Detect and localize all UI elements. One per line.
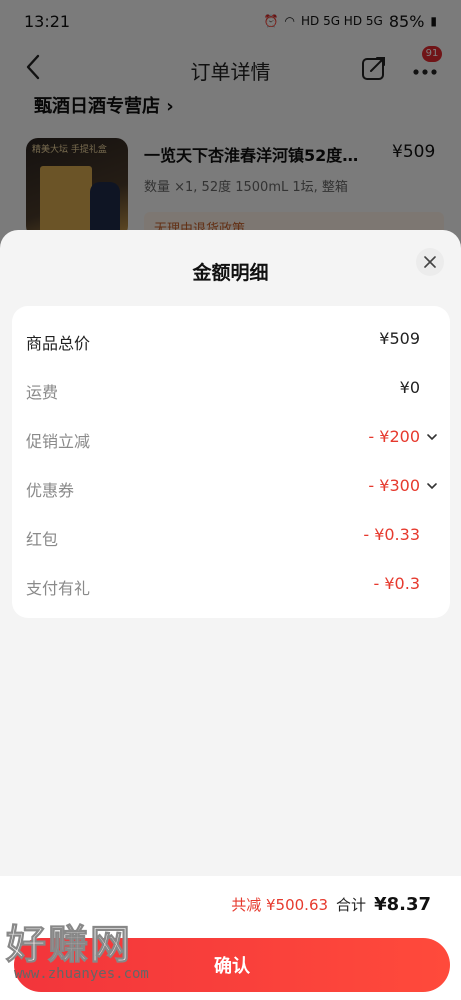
gift-box-graphic [40,166,92,236]
total-discount: 共减 ¥500.63 [231,896,329,914]
share-icon[interactable] [360,54,388,82]
battery-icon: ▮ [430,14,437,28]
confirm-button[interactable]: 确认 [14,938,450,992]
row-payment-gift: 支付有礼 - ¥0.3 [12,565,450,605]
chevron-down-icon[interactable] [426,432,438,442]
row-shipping: 运费 ¥0 [12,369,450,409]
product-spec: 数量 ×1, 52度 1500mL 1坛, 整箱 [144,180,348,195]
status-bar: 13:21 ⏰ ◠ HD 5G HD 5G 85% ▮ [0,0,461,42]
total-label: 合计 [336,896,367,914]
store-name-label: 甄酒日酒专营店 [34,96,160,117]
notification-badge: 91 [422,46,442,62]
close-button[interactable] [416,248,444,276]
status-icons: ⏰ ◠ HD 5G HD 5G 85% ▮ [264,12,437,31]
wifi-icon: ◠ [284,14,295,28]
row-value: - ¥300 [368,476,420,495]
checkout-footer: 共减 ¥500.63 合计 ¥8.37 确认 [0,876,461,1000]
amount-detail-card: 商品总价 ¥509 运费 ¥0 促销立减 - ¥200 优惠券 - ¥300 红… [12,306,450,618]
row-label: 红包 [26,530,59,549]
store-name[interactable]: 甄酒日酒专营店 › [34,92,174,118]
product-image[interactable]: 精美大坛 手提礼盒 [26,138,128,238]
row-label: 优惠券 [26,481,75,500]
row-red-packet: 红包 - ¥0.33 [12,516,450,556]
row-value: ¥509 [379,329,420,348]
nav-bar: 订单详情 [0,44,461,92]
row-label: 促销立减 [26,432,91,451]
row-label: 商品总价 [26,334,91,353]
row-goods-total: 商品总价 ¥509 [12,320,450,360]
product-image-caption: 精美大坛 手提礼盒 [32,145,107,155]
row-value: - ¥200 [368,427,420,446]
total-value: ¥8.37 [374,894,431,915]
network-indicator: HD 5G HD 5G [300,14,383,28]
chevron-right-icon: › [166,96,174,117]
close-icon [424,256,436,268]
row-label: 运费 [26,383,59,402]
page-title: 订单详情 [190,60,271,84]
row-value: - ¥0.33 [363,525,420,544]
status-time: 13:21 [24,11,71,31]
product-name[interactable]: 一览天下杏淮春洋河镇52度… [144,142,380,166]
row-value: ¥0 [399,378,420,397]
alarm-icon: ⏰ [263,14,279,28]
row-coupon[interactable]: 优惠券 - ¥300 [12,467,450,507]
chevron-down-icon[interactable] [426,481,438,491]
sheet-title: 金额明细 [192,262,269,284]
row-value: - ¥0.3 [373,574,420,593]
battery-level: 85% [388,11,425,31]
row-label: 支付有礼 [26,579,91,598]
row-promotion[interactable]: 促销立减 - ¥200 [12,418,450,458]
price-summary: 共减 ¥500.63 合计 ¥8.37 [231,894,431,915]
product-price: ¥509 [392,142,436,162]
liquor-jar-graphic [90,182,120,236]
